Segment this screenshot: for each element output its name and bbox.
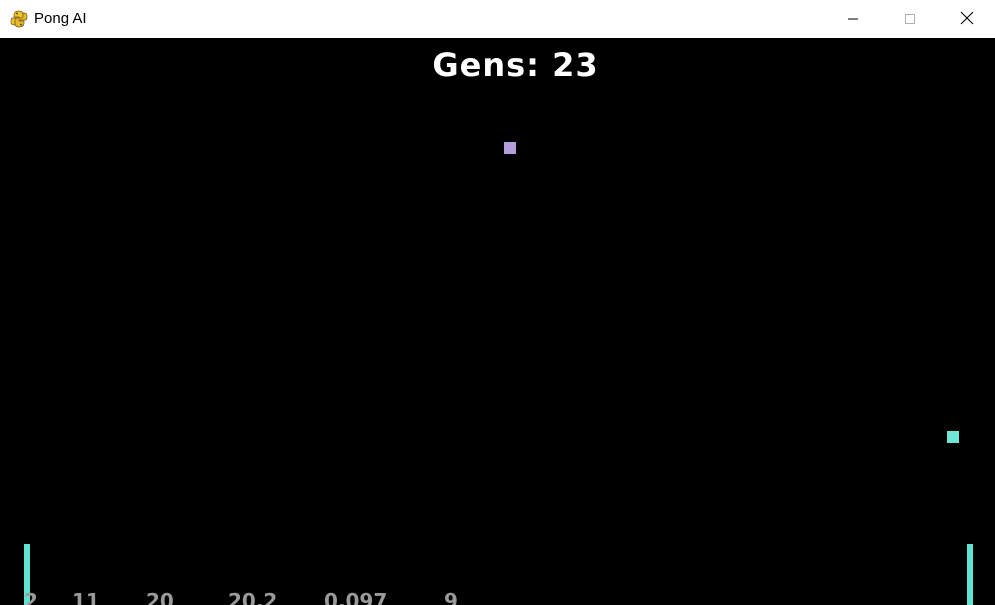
- close-button[interactable]: [938, 0, 995, 38]
- stat-value: 2: [24, 589, 38, 605]
- maximize-icon: [904, 10, 916, 29]
- stat-value: 11: [72, 589, 100, 605]
- stats-row: 2 11 20 20.2 0.097 9: [0, 589, 995, 605]
- generation-counter: Gens: 23: [432, 46, 599, 84]
- ball-cyan: [947, 431, 959, 443]
- title-bar[interactable]: Pong AI: [0, 0, 995, 38]
- maximize-button[interactable]: [881, 0, 939, 38]
- stat-value: 0.097: [324, 589, 388, 605]
- game-canvas[interactable]: Gens: 23 2 11 20 20.2 0.097 9: [0, 38, 995, 605]
- stat-value: 20: [146, 589, 174, 605]
- python-snake-icon: [10, 10, 28, 28]
- window-title: Pong AI: [34, 10, 87, 27]
- minimize-button[interactable]: [824, 0, 882, 38]
- stat-value: 20.2: [228, 589, 278, 605]
- minimize-icon: [847, 10, 859, 29]
- ball-purple: [504, 142, 516, 154]
- close-icon: [960, 10, 974, 29]
- stat-value: 9: [444, 589, 458, 605]
- game-window: Pong AI Gens: 23 2 11 20 20.2 0.097 9: [0, 0, 995, 605]
